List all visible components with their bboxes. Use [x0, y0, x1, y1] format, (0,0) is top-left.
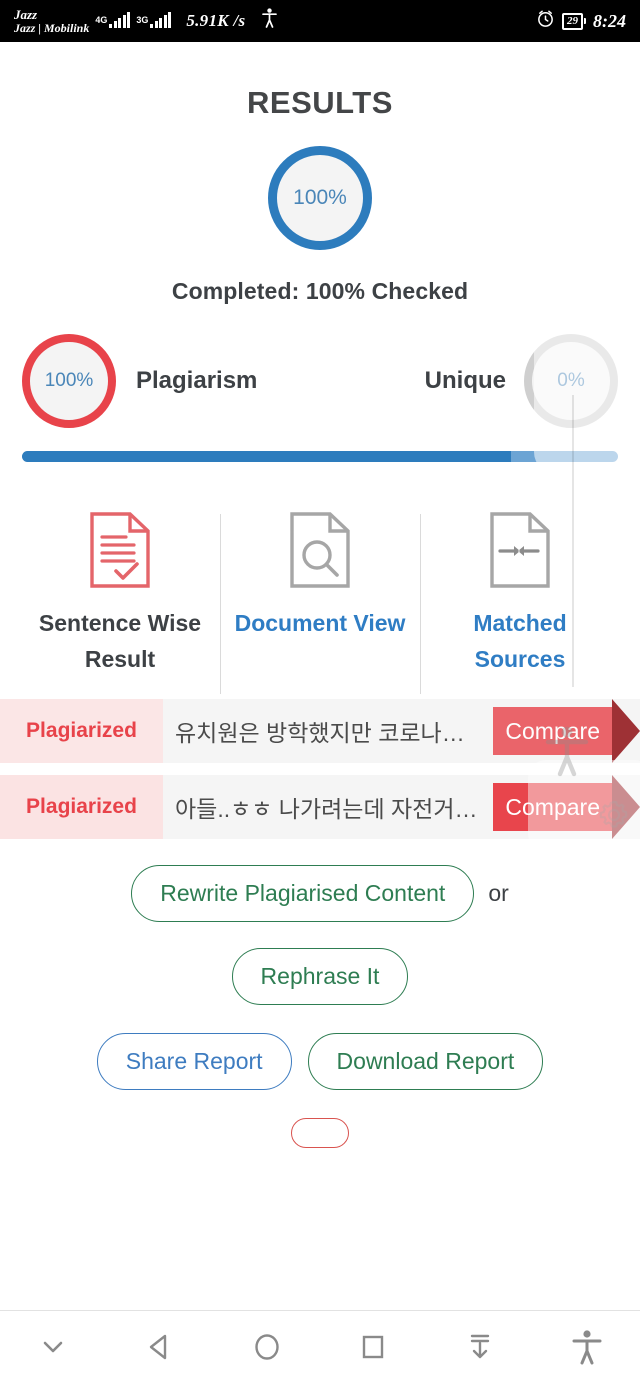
overall-progress-ring: 100% — [268, 146, 372, 250]
signal-2: 3G — [136, 12, 172, 29]
alarm-clock-icon — [536, 9, 555, 33]
status-bar-right: 29 8:24 — [536, 9, 626, 33]
plagiarism-ring: 100% — [22, 334, 116, 428]
square-icon — [358, 1332, 388, 1367]
overall-progress-value: 100% — [293, 186, 347, 209]
phone-screen: Jazz Jazz | Mobilink 4G 3G 5.91K /s 29 8… — [0, 0, 640, 1387]
document-check-icon — [88, 510, 152, 590]
network-type-1: 4G — [95, 15, 108, 26]
network-type-2: 3G — [136, 15, 149, 26]
compare-button-label: Compare — [493, 783, 612, 832]
battery-level: 29 — [562, 12, 583, 30]
gear-icon[interactable] — [597, 798, 631, 837]
progress-bar — [22, 451, 618, 462]
page-content: RESULTS 100% Completed: 100% Checked 100… — [0, 42, 640, 1310]
overall-progress-ring-wrap: 100% — [0, 146, 640, 250]
completed-status-text: Completed: 100% Checked — [171, 278, 469, 304]
clock-time: 8:24 — [593, 10, 626, 31]
home-button[interactable] — [230, 1318, 304, 1380]
view-tabs: Sentence Wise Result Document View Match… — [0, 510, 640, 695]
circle-icon — [251, 1331, 283, 1368]
share-report-button[interactable]: Share Report — [96, 1033, 292, 1091]
rephrase-action-row: Rephrase It — [0, 948, 640, 1006]
download-button[interactable] — [443, 1318, 517, 1380]
tab-sentence-wise-result[interactable]: Sentence Wise Result — [20, 510, 220, 677]
plagiarism-value: 100% — [44, 370, 94, 391]
partial-bottom-button[interactable] — [291, 1118, 349, 1149]
rewrite-plagiarised-content-button[interactable]: Rewrite Plagiarised Content — [131, 865, 475, 923]
arrow-right-icon — [612, 699, 640, 764]
carrier-line-1: Jazz — [14, 7, 38, 23]
network-speed: 5.91K /s — [186, 10, 246, 30]
system-navigation-bar — [0, 1310, 640, 1387]
download-report-button[interactable]: Download Report — [307, 1033, 544, 1091]
document-arrows-icon — [488, 510, 552, 590]
battery-tip — [584, 18, 586, 24]
page-title: RESULTS — [247, 85, 393, 120]
accessibility-button[interactable] — [550, 1318, 624, 1380]
or-separator-label: or — [488, 880, 509, 907]
back-triangle-icon — [144, 1331, 176, 1368]
hide-keyboard-button[interactable] — [16, 1318, 90, 1380]
rewrite-action-row: Rewrite Plagiarised Content or — [0, 865, 640, 923]
score-row: 100% Plagiarism Unique 0% — [0, 331, 640, 431]
chevron-down-icon — [38, 1332, 68, 1367]
partial-bottom-action-row — [0, 1118, 640, 1149]
accessibility-icon — [262, 8, 278, 33]
accessibility-icon — [572, 1329, 602, 1370]
table-row[interactable]: Plagiarized 아들..ㅎㅎ 나가려는데 자전거… Compare — [0, 775, 640, 840]
plagiarism-label: Plagiarism — [136, 367, 258, 394]
signal-bars-icon — [109, 12, 131, 29]
tab-document-view[interactable]: Document View — [220, 510, 420, 694]
document-search-icon — [288, 510, 352, 590]
signal-bars-icon-2 — [150, 12, 172, 29]
tab-sentence-wise-result-label: Sentence Wise Result — [38, 610, 202, 672]
table-row[interactable]: Plagiarized 유치원은 방학했지만 코로나… Compare — [0, 699, 640, 764]
rephrase-it-button[interactable]: Rephrase It — [231, 948, 409, 1006]
report-action-row: Share Report Download Report — [0, 1033, 640, 1091]
status-bar-left: Jazz Jazz | Mobilink 4G 3G 5.91K /s — [14, 7, 278, 35]
tab-matched-sources-label: Matched Sources — [473, 610, 567, 672]
unique-ring: 0% — [524, 334, 618, 428]
accessibility-icon[interactable] — [545, 725, 589, 782]
unique-value: 0% — [557, 370, 585, 391]
carrier-line-2: Jazz | Mobilink — [14, 20, 90, 35]
recents-button[interactable] — [336, 1318, 410, 1380]
download-arrow-icon — [465, 1331, 495, 1368]
carrier-label: Jazz Jazz | Mobilink — [14, 7, 90, 35]
back-button[interactable] — [123, 1318, 197, 1380]
signal-1: 4G — [95, 12, 131, 29]
floating-connector-line — [572, 395, 574, 687]
unique-label: Unique — [424, 367, 506, 394]
status-bar: Jazz Jazz | Mobilink 4G 3G 5.91K /s 29 8… — [0, 0, 640, 42]
tab-document-view-label: Document View — [234, 610, 406, 636]
plagiarized-rows: Plagiarized 유치원은 방학했지만 코로나… Compare Plag… — [0, 699, 640, 840]
tab-matched-sources[interactable]: Matched Sources — [420, 510, 620, 695]
battery-indicator: 29 — [562, 12, 586, 30]
status-badge: Plagiarized — [0, 699, 163, 764]
status-badge: Plagiarized — [0, 775, 163, 840]
progress-bar-fill — [22, 451, 511, 462]
